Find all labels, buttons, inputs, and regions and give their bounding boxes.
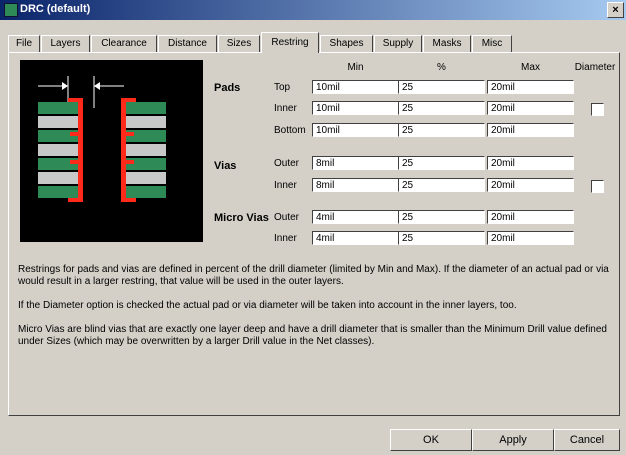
copper-red [126, 132, 134, 136]
window-title: DRC (default) [20, 3, 91, 15]
pad-green [126, 186, 166, 198]
pad-green [126, 102, 166, 114]
cancel-button[interactable]: Cancel [554, 429, 620, 451]
tab-distance[interactable]: Distance [158, 35, 217, 52]
vias-outer-min-input[interactable]: 8mil [312, 156, 399, 170]
arrow-left-head [62, 82, 68, 90]
pad-grey [126, 144, 166, 156]
pad-green [38, 102, 78, 114]
header-diameter: Diameter [574, 62, 616, 73]
vias-outer-max-input[interactable]: 20mil [487, 156, 574, 170]
pad-grey [38, 172, 78, 184]
copper-red [70, 132, 78, 136]
copper-red [68, 98, 78, 102]
tab-file[interactable]: File [8, 35, 40, 52]
pads-top-percent-input[interactable]: 25 [398, 80, 485, 94]
group-pads-label: Pads [214, 82, 241, 94]
group-vias-label: Vias [214, 160, 237, 172]
copper-red [70, 160, 78, 164]
vias-inner-max-input[interactable]: 20mil [487, 178, 574, 192]
description-diameter: If the Diameter option is checked the ac… [18, 300, 517, 311]
tab-clearance[interactable]: Clearance [91, 35, 157, 52]
pads-inner-percent-input[interactable]: 25 [398, 101, 485, 115]
pad-grey [38, 144, 78, 156]
copper-red [121, 98, 126, 202]
pads-inner-max-input[interactable]: 20mil [487, 101, 574, 115]
pads-bottom-min-input[interactable]: 10mil [312, 123, 399, 137]
restring-preview-image [20, 60, 203, 242]
microvias-outer-percent-input[interactable]: 25 [398, 210, 485, 224]
microvias-outer-max-input[interactable]: 20mil [487, 210, 574, 224]
header-percent: % [437, 62, 446, 73]
tab-misc[interactable]: Misc [472, 35, 512, 52]
pad-grey [38, 116, 78, 128]
copper-red [126, 198, 136, 202]
description-micro-vias: Micro Vias are blind vias that are exact… [18, 324, 607, 347]
description-restrings: Restrings for pads and vias are defined … [18, 264, 609, 287]
tab-restring[interactable]: Restring [261, 32, 319, 53]
row-label-top: Top [274, 82, 291, 93]
pads-top-min-input[interactable]: 10mil [312, 80, 399, 94]
vias-diameter-checkbox[interactable] [591, 180, 604, 193]
vias-outer-percent-input[interactable]: 25 [398, 156, 485, 170]
vias-inner-percent-input[interactable]: 25 [398, 178, 485, 192]
microvias-inner-min-input[interactable]: 4mil [312, 231, 399, 245]
tab-supply[interactable]: Supply [374, 35, 422, 52]
row-label-inner: Inner [274, 233, 297, 244]
arrow-right-head [94, 82, 100, 90]
title-bar: DRC (default) × [0, 0, 626, 20]
header-min: Min [347, 62, 364, 73]
pads-top-max-input[interactable]: 20mil [487, 80, 574, 94]
vias-inner-min-input[interactable]: 8mil [312, 178, 399, 192]
tab-layers[interactable]: Layers [41, 35, 90, 52]
tab-shapes[interactable]: Shapes [320, 35, 373, 52]
copper-red [78, 98, 83, 202]
pads-inner-min-input[interactable]: 10mil [312, 101, 399, 115]
header-max: Max [521, 62, 540, 73]
apply-button[interactable]: Apply [472, 429, 554, 451]
app-icon [4, 3, 18, 17]
pads-bottom-percent-input[interactable]: 25 [398, 123, 485, 137]
ok-button[interactable]: OK [390, 429, 472, 451]
row-label-outer: Outer [274, 212, 300, 223]
copper-red [126, 160, 134, 164]
pads-diameter-checkbox[interactable] [591, 103, 604, 116]
microvias-outer-min-input[interactable]: 4mil [312, 210, 399, 224]
pad-grey [126, 172, 166, 184]
row-label-bottom: Bottom [274, 125, 306, 136]
restring-diagram [38, 76, 166, 202]
tab-sizes[interactable]: Sizes [218, 35, 260, 52]
copper-red [68, 198, 78, 202]
microvias-inner-percent-input[interactable]: 25 [398, 231, 485, 245]
row-label-inner: Inner [274, 180, 297, 191]
copper-red [126, 98, 136, 102]
row-label-inner: Inner [274, 103, 297, 114]
pad-green [38, 186, 78, 198]
pad-grey [126, 116, 166, 128]
pads-bottom-max-input[interactable]: 20mil [487, 123, 574, 137]
tab-masks[interactable]: Masks [423, 35, 471, 52]
microvias-inner-max-input[interactable]: 20mil [487, 231, 574, 245]
group-micro-vias-label: Micro Vias [214, 212, 269, 224]
close-button[interactable]: × [607, 2, 624, 18]
row-label-outer: Outer [274, 158, 300, 169]
